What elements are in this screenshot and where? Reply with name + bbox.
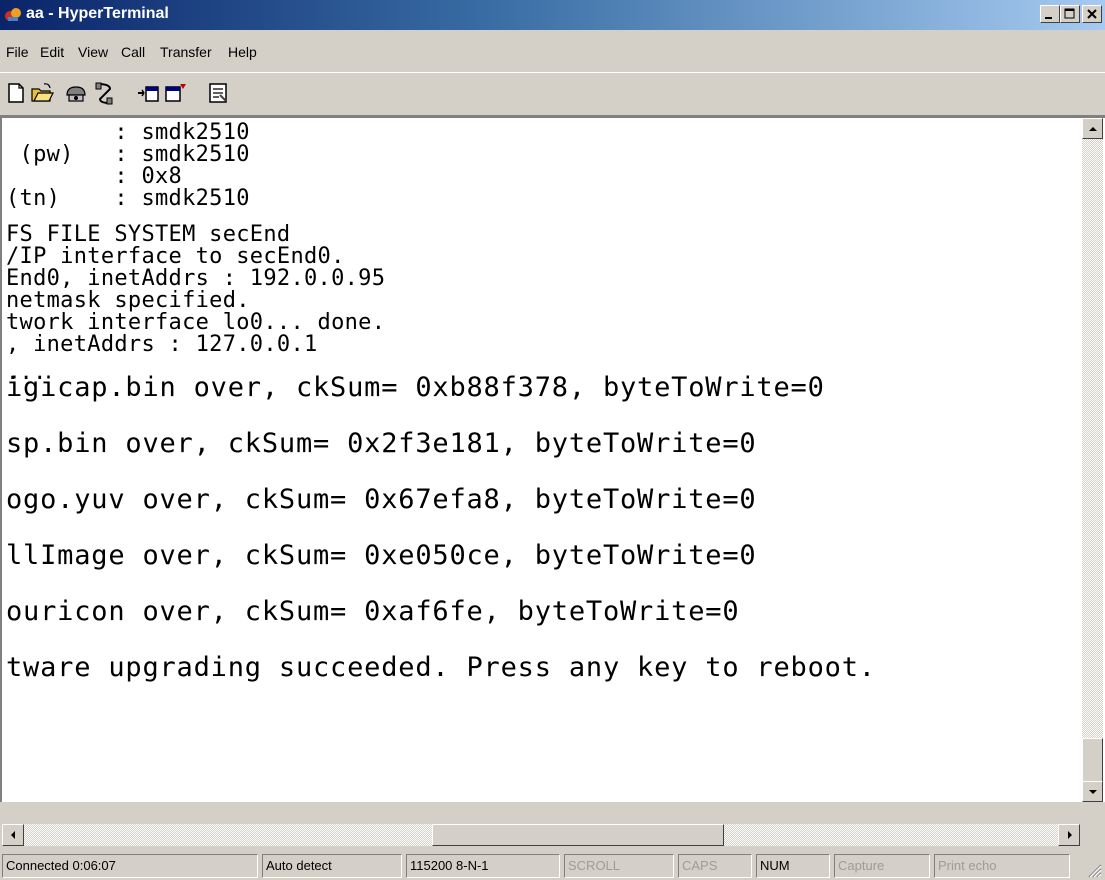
- status-caps: CAPS: [678, 854, 752, 878]
- arrow-down-icon: [1089, 790, 1097, 794]
- arrow-up-icon: [1089, 127, 1097, 131]
- menu-call[interactable]: Call: [121, 44, 145, 60]
- status-print-echo: Print echo: [934, 854, 1070, 878]
- menu-file[interactable]: File: [6, 44, 29, 60]
- terminal-line: ogo.yuv over, ckSum= 0x67efa8, byteToWri…: [6, 484, 757, 515]
- status-scroll: SCROLL: [564, 854, 674, 878]
- horizontal-scroll-thumb[interactable]: [432, 824, 724, 846]
- status-num: NUM: [756, 854, 830, 878]
- terminal-line: igicap.bin over, ckSum= 0xb88f378, byteT…: [6, 372, 825, 403]
- maximize-icon: [1064, 8, 1075, 19]
- terminal-line: llImage over, ckSum= 0xe050ce, byteToWri…: [6, 540, 757, 571]
- vertical-scroll-thumb[interactable]: [1082, 738, 1103, 782]
- scroll-down-button[interactable]: [1082, 781, 1103, 802]
- scroll-right-button[interactable]: [1058, 824, 1080, 846]
- terminal-screen[interactable]: : smdk2510 (pw) : smdk2510 : 0x8 (tn) : …: [2, 118, 1080, 802]
- vertical-scrollbar[interactable]: [1082, 118, 1103, 802]
- hyperterminal-window: aa - HyperTerminal File Edit View Call T…: [0, 0, 1105, 880]
- minimize-button[interactable]: [1040, 5, 1060, 23]
- hyperterminal-icon: [5, 8, 21, 21]
- new-icon[interactable]: [4, 81, 28, 105]
- menu-edit[interactable]: Edit: [40, 44, 64, 60]
- disconnect-icon[interactable]: [92, 81, 116, 105]
- resize-grip-icon[interactable]: [1084, 860, 1102, 878]
- title-bar[interactable]: aa - HyperTerminal: [0, 0, 1105, 30]
- terminal-line: , inetAddrs : 127.0.0.1: [6, 332, 318, 357]
- terminal-line: ouricon over, ckSum= 0xaf6fe, byteToWrit…: [6, 596, 740, 627]
- menu-help[interactable]: Help: [228, 44, 257, 60]
- arrow-right-icon: [1068, 831, 1072, 839]
- send-icon[interactable]: [136, 81, 160, 105]
- status-connected: Connected 0:06:07: [2, 854, 258, 878]
- close-icon: [1087, 9, 1097, 19]
- arrow-left-icon: [11, 831, 15, 839]
- close-button[interactable]: [1082, 5, 1102, 23]
- status-detect: Auto detect: [262, 854, 402, 878]
- scroll-left-button[interactable]: [2, 824, 24, 846]
- properties-icon[interactable]: [206, 81, 230, 105]
- connect-icon[interactable]: [64, 81, 88, 105]
- status-capture: Capture: [834, 854, 930, 878]
- open-icon[interactable]: [30, 81, 54, 105]
- receive-icon[interactable]: [164, 81, 188, 105]
- terminal-line: sp.bin over, ckSum= 0x2f3e181, byteToWri…: [6, 428, 757, 459]
- toolbar: [0, 72, 1105, 116]
- maximize-button[interactable]: [1060, 5, 1080, 23]
- terminal-line: (tn) : smdk2510: [6, 186, 250, 211]
- terminal-line: tware upgrading succeeded. Press any key…: [6, 652, 876, 683]
- menu-transfer[interactable]: Transfer: [160, 44, 212, 60]
- scroll-up-button[interactable]: [1082, 118, 1103, 139]
- window-title: aa - HyperTerminal: [26, 5, 169, 22]
- minimize-icon: [1045, 17, 1052, 19]
- menu-view[interactable]: View: [78, 44, 108, 60]
- status-bar: Connected 0:06:07 Auto detect 115200 8-N…: [0, 850, 1105, 880]
- menu-bar: File Edit View Call Transfer Help: [0, 34, 1105, 66]
- horizontal-scrollbar[interactable]: [2, 824, 1080, 846]
- status-port-settings: 115200 8-N-1: [406, 854, 560, 878]
